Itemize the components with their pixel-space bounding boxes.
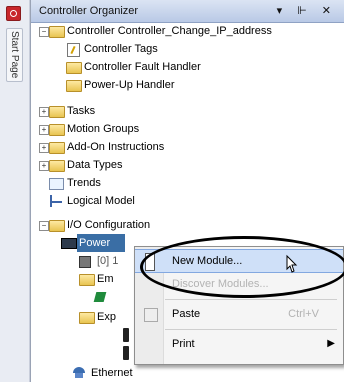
panel-window-controls[interactable]: ▾ ⊩ ✕ (277, 4, 337, 17)
tree-label: Ethernet (91, 367, 133, 379)
expander[interactable]: + (39, 161, 49, 171)
menu-separator (165, 329, 337, 330)
tree-node-fault-handler[interactable]: Controller Fault Handler (66, 58, 201, 76)
tree-node-trends[interactable]: Trends (49, 174, 101, 192)
tree-node-tasks[interactable]: + Tasks (39, 102, 96, 120)
panel-title: Controller Organizer (39, 5, 139, 17)
left-strip: Start Page (0, 0, 30, 382)
tree-node-io-configuration[interactable]: − I/O Configuration (39, 216, 151, 234)
tree-node-power[interactable]: Power (61, 234, 125, 252)
mouse-cursor-icon (286, 254, 298, 273)
expander[interactable]: − (39, 221, 49, 231)
tree-label: Logical Model (67, 195, 135, 207)
tree-node-exp[interactable]: Exp (79, 308, 116, 326)
tree-node-powerup-handler[interactable]: Power-Up Handler (66, 76, 174, 94)
network-icon (73, 367, 85, 379)
tree-label: Motion Groups (67, 123, 140, 135)
folder-icon (49, 220, 65, 232)
tag-icon (67, 43, 80, 57)
tree-label: Controller Controller_Change_IP_address (67, 25, 272, 37)
tree-node-addon-instructions[interactable]: + Add-On Instructions (39, 138, 165, 156)
expander[interactable]: + (39, 107, 49, 117)
start-page-tab[interactable]: Start Page (6, 28, 23, 82)
folder-icon (49, 160, 65, 172)
tree-label: Controller Tags (84, 43, 158, 55)
menu-item-print[interactable]: Print ▶ (135, 333, 343, 355)
folder-icon (49, 26, 65, 38)
tree-node-controller-tags[interactable]: Controller Tags (66, 40, 158, 58)
tree-label: Controller Fault Handler (84, 61, 201, 73)
tree-label: Em (97, 273, 114, 285)
submenu-arrow-icon: ▶ (327, 338, 335, 349)
panel-titlebar: Controller Organizer ▾ ⊩ ✕ (31, 0, 344, 23)
tree-label: Add-On Instructions (67, 141, 165, 153)
folder-icon (49, 124, 65, 136)
tree-node-em[interactable]: Em (79, 270, 114, 288)
tree-node-module-a[interactable]: [0] 1 (79, 252, 118, 270)
tree-label: Tasks (67, 105, 96, 117)
paste-icon (144, 308, 158, 322)
tree-label: Data Types (67, 159, 123, 171)
tree-node-ethernet[interactable]: Ethernet (73, 364, 133, 382)
folder-icon (66, 62, 82, 74)
trend-icon (49, 178, 64, 190)
tree-node-motion-groups[interactable]: + Motion Groups (39, 120, 140, 138)
tree-node-green-module[interactable] (93, 288, 113, 306)
expander[interactable]: + (39, 125, 49, 135)
module-icon (79, 256, 91, 268)
app-icon (6, 6, 21, 21)
tree-node-data-types[interactable]: + Data Types (39, 156, 123, 174)
menu-item-shortcut: Ctrl+V (288, 308, 319, 320)
tree-label: Power-Up Handler (84, 79, 175, 91)
logical-model-icon (50, 195, 62, 207)
tree-label: Trends (67, 177, 101, 189)
folder-icon (49, 106, 65, 118)
tree-label: Power (79, 237, 111, 249)
expander[interactable]: + (39, 143, 49, 153)
module-page-icon (123, 346, 129, 360)
expander[interactable]: − (39, 27, 49, 37)
folder-icon (66, 80, 82, 92)
tree-node-controller[interactable]: − Controller Controller_Change_IP_addres… (39, 22, 272, 40)
tree-label: [0] 1 (97, 255, 119, 267)
module-page-icon (123, 328, 129, 342)
power-supply-icon (61, 238, 77, 249)
start-page-label: Start Page (9, 31, 20, 79)
folder-icon (79, 274, 95, 286)
menu-item-label: Paste (172, 308, 201, 320)
folder-icon (79, 312, 95, 324)
module-green-icon (93, 292, 107, 302)
tree-label: I/O Configuration (67, 219, 151, 231)
tree-node-logical-model[interactable]: Logical Model (49, 192, 135, 210)
menu-separator (165, 299, 337, 300)
menu-item-label: Print (172, 338, 195, 350)
tree-label: Exp (97, 311, 116, 323)
highlight-ellipse (140, 236, 344, 298)
folder-icon (49, 142, 65, 154)
menu-item-paste[interactable]: Paste Ctrl+V (135, 303, 343, 325)
